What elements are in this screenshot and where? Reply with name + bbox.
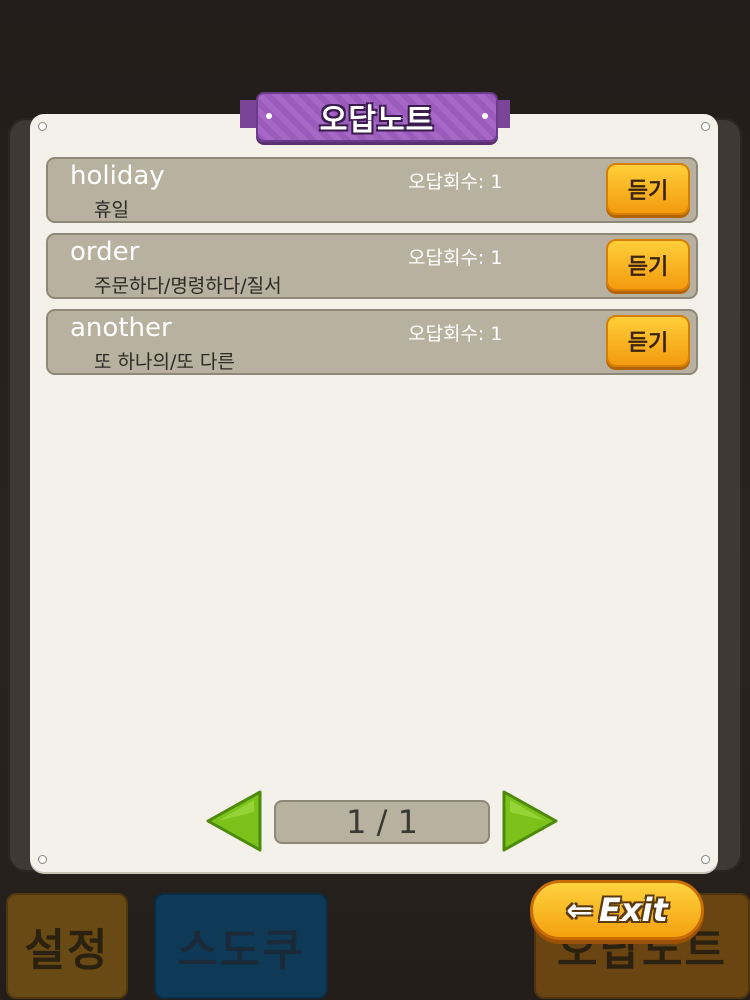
page-indicator: 1 / 1 <box>274 800 490 844</box>
meaning-text: 주문하다/명령하다/질서 <box>94 275 282 297</box>
rivet-icon <box>38 855 47 864</box>
word-text: holiday <box>70 161 165 191</box>
listen-button[interactable]: 듣기 <box>606 239 690 291</box>
menu-sudoku-button[interactable]: 스도쿠 <box>154 893 328 999</box>
wrong-count: 오답회수: 1 <box>408 323 503 345</box>
word-text: order <box>70 237 140 267</box>
ribbon-dot-icon <box>482 113 488 119</box>
next-page-button[interactable] <box>500 788 560 854</box>
list-item: holiday 휴일 오답회수: 1 듣기 <box>46 157 698 223</box>
prev-page-button[interactable] <box>204 788 264 854</box>
list-item: another 또 하나의/또 다른 오답회수: 1 듣기 <box>46 309 698 375</box>
listen-button[interactable]: 듣기 <box>606 163 690 215</box>
word-text: another <box>70 313 172 343</box>
page-title: 오답노트 <box>319 103 435 138</box>
listen-button[interactable]: 듣기 <box>606 315 690 367</box>
rivet-icon <box>38 122 47 131</box>
title-ribbon: 오답노트 <box>256 92 498 142</box>
ribbon-dot-icon <box>266 113 272 119</box>
list-item: order 주문하다/명령하다/질서 오답회수: 1 듣기 <box>46 233 698 299</box>
rivet-icon <box>701 855 710 864</box>
meaning-text: 또 하나의/또 다른 <box>94 351 235 373</box>
exit-label: Exit <box>599 891 668 929</box>
left-arrow-icon: ⇐ <box>566 891 594 929</box>
menu-settings-button[interactable]: 설정 <box>6 893 128 999</box>
left-triangle-icon <box>206 790 262 852</box>
exit-button[interactable]: ⇐ Exit <box>530 880 704 940</box>
wrong-count: 오답회수: 1 <box>408 247 503 269</box>
rivet-icon <box>701 122 710 131</box>
wrong-count: 오답회수: 1 <box>408 171 503 193</box>
right-triangle-icon <box>502 790 558 852</box>
wrong-note-panel <box>30 114 718 872</box>
meaning-text: 휴일 <box>94 199 129 221</box>
